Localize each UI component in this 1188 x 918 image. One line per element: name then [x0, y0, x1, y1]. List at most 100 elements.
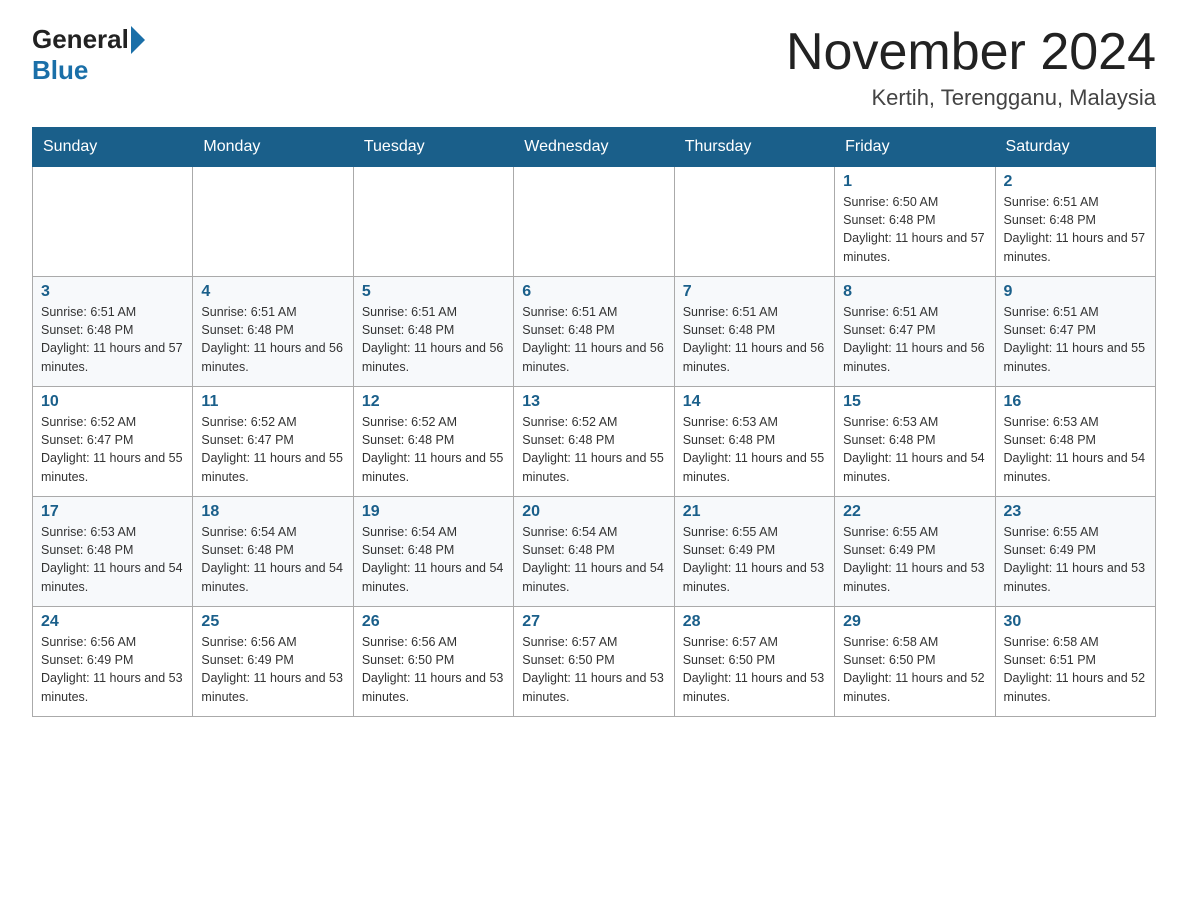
day-number: 15 [843, 393, 986, 411]
day-number: 18 [201, 503, 344, 521]
day-number: 29 [843, 613, 986, 631]
calendar-cell: 30 Sunrise: 6:58 AMSunset: 6:51 PMDayligh… [995, 607, 1155, 717]
day-info: Sunrise: 6:54 AMSunset: 6:48 PMDaylight:… [362, 523, 505, 596]
month-title: November 2024 [786, 24, 1156, 81]
day-info: Sunrise: 6:51 AMSunset: 6:48 PMDaylight:… [41, 303, 184, 376]
calendar-cell: 26Sunrise: 6:56 AMSunset: 6:50 PMDayligh… [353, 607, 513, 717]
calendar-cell [33, 167, 193, 277]
day-info: Sunrise: 6:58 AMSunset: 6:50 PMDaylight:… [843, 633, 986, 706]
day-number: 27 [522, 613, 665, 631]
calendar-cell: 16Sunrise: 6:53 AMSunset: 6:48 PMDayligh… [995, 387, 1155, 497]
day-info: Sunrise: 6:53 AMSunset: 6:48 PMDaylight:… [843, 413, 986, 486]
day-number: 13 [522, 393, 665, 411]
day-info: Sunrise: 6:52 AMSunset: 6:47 PMDaylight:… [201, 413, 344, 486]
day-number: 1 [843, 173, 986, 191]
calendar-week-row: 17 Sunrise: 6:53 AMSunset: 6:48 PMDayligh… [33, 497, 1156, 607]
calendar-header-friday: Friday [835, 128, 995, 167]
calendar-cell [193, 167, 353, 277]
day-number: 12 [362, 393, 505, 411]
calendar-cell: 18 Sunrise: 6:54 AMSunset: 6:48 PMDayligh… [193, 497, 353, 607]
calendar-cell: 10 Sunrise: 6:52 AMSunset: 6:47 PMDayligh… [33, 387, 193, 497]
logo-triangle-icon [131, 26, 145, 54]
calendar-cell: 21 Sunrise: 6:55 AMSunset: 6:49 PMDayligh… [674, 497, 834, 607]
day-info: Sunrise: 6:52 AMSunset: 6:47 PMDaylight:… [41, 413, 184, 486]
calendar-cell: 1 Sunrise: 6:50 AMSunset: 6:48 PMDaylight… [835, 167, 995, 277]
calendar-cell: 14 Sunrise: 6:53 AMSunset: 6:48 PMDayligh… [674, 387, 834, 497]
day-number: 7 [683, 283, 826, 301]
calendar-header-tuesday: Tuesday [353, 128, 513, 167]
calendar-cell: 24 Sunrise: 6:56 AMSunset: 6:49 PMDayligh… [33, 607, 193, 717]
day-number: 17 [41, 503, 184, 521]
calendar-cell: 2 Sunrise: 6:51 AMSunset: 6:48 PMDaylight… [995, 167, 1155, 277]
day-info: Sunrise: 6:51 AMSunset: 6:48 PMDaylight:… [683, 303, 826, 376]
calendar-week-row: 10 Sunrise: 6:52 AMSunset: 6:47 PMDayligh… [33, 387, 1156, 497]
day-info: Sunrise: 6:51 AMSunset: 6:47 PMDaylight:… [843, 303, 986, 376]
day-info: Sunrise: 6:54 AMSunset: 6:48 PMDaylight:… [201, 523, 344, 596]
day-info: Sunrise: 6:54 AMSunset: 6:48 PMDaylight:… [522, 523, 665, 596]
day-number: 24 [41, 613, 184, 631]
logo-blue-text: Blue [32, 55, 88, 86]
title-block: November 2024 Kertih, Terengganu, Malays… [786, 24, 1156, 111]
calendar-cell: 6 Sunrise: 6:51 AMSunset: 6:48 PMDaylight… [514, 277, 674, 387]
calendar-cell: 15 Sunrise: 6:53 AMSunset: 6:48 PMDayligh… [835, 387, 995, 497]
day-number: 5 [362, 283, 505, 301]
day-info: Sunrise: 6:50 AMSunset: 6:48 PMDaylight:… [843, 193, 986, 266]
day-info: Sunrise: 6:56 AMSunset: 6:49 PMDaylight:… [201, 633, 344, 706]
day-info: Sunrise: 6:52 AMSunset: 6:48 PMDaylight:… [522, 413, 665, 486]
day-info: Sunrise: 6:51 AMSunset: 6:48 PMDaylight:… [362, 303, 505, 376]
day-number: 2 [1004, 173, 1147, 191]
calendar-header-monday: Monday [193, 128, 353, 167]
calendar-cell: 11 Sunrise: 6:52 AMSunset: 6:47 PMDayligh… [193, 387, 353, 497]
day-info: Sunrise: 6:56 AMSunset: 6:49 PMDaylight:… [41, 633, 184, 706]
calendar-week-row: 24 Sunrise: 6:56 AMSunset: 6:49 PMDayligh… [33, 607, 1156, 717]
day-number: 22 [843, 503, 986, 521]
day-info: Sunrise: 6:57 AMSunset: 6:50 PMDaylight:… [683, 633, 826, 706]
calendar-header-saturday: Saturday [995, 128, 1155, 167]
calendar-cell: 5 Sunrise: 6:51 AMSunset: 6:48 PMDaylight… [353, 277, 513, 387]
day-number: 4 [201, 283, 344, 301]
day-info: Sunrise: 6:53 AMSunset: 6:48 PMDaylight:… [683, 413, 826, 486]
day-info: Sunrise: 6:52 AMSunset: 6:48 PMDaylight:… [362, 413, 505, 486]
day-info: Sunrise: 6:56 AMSunset: 6:50 PMDaylight:… [362, 633, 505, 706]
calendar-cell: 17 Sunrise: 6:53 AMSunset: 6:48 PMDayligh… [33, 497, 193, 607]
calendar-cell: 19 Sunrise: 6:54 AMSunset: 6:48 PMDayligh… [353, 497, 513, 607]
calendar-cell: 9Sunrise: 6:51 AMSunset: 6:47 PMDaylight… [995, 277, 1155, 387]
day-number: 30 [1004, 613, 1147, 631]
day-number: 19 [362, 503, 505, 521]
page-header: General Blue November 2024 Kertih, Teren… [32, 24, 1156, 111]
calendar-cell: 28Sunrise: 6:57 AMSunset: 6:50 PMDayligh… [674, 607, 834, 717]
day-info: Sunrise: 6:55 AMSunset: 6:49 PMDaylight:… [1004, 523, 1147, 596]
day-info: Sunrise: 6:58 AMSunset: 6:51 PMDaylight:… [1004, 633, 1147, 706]
day-info: Sunrise: 6:53 AMSunset: 6:48 PMDaylight:… [41, 523, 184, 596]
calendar-cell: 13 Sunrise: 6:52 AMSunset: 6:48 PMDayligh… [514, 387, 674, 497]
calendar-cell [674, 167, 834, 277]
calendar-cell: 7 Sunrise: 6:51 AMSunset: 6:48 PMDaylight… [674, 277, 834, 387]
calendar-cell: 22 Sunrise: 6:55 AMSunset: 6:49 PMDayligh… [835, 497, 995, 607]
day-number: 21 [683, 503, 826, 521]
day-number: 6 [522, 283, 665, 301]
calendar-header-row: SundayMondayTuesdayWednesdayThursdayFrid… [33, 128, 1156, 167]
day-number: 23 [1004, 503, 1147, 521]
calendar-cell: 3Sunrise: 6:51 AMSunset: 6:48 PMDaylight… [33, 277, 193, 387]
day-info: Sunrise: 6:51 AMSunset: 6:48 PMDaylight:… [522, 303, 665, 376]
day-info: Sunrise: 6:55 AMSunset: 6:49 PMDaylight:… [843, 523, 986, 596]
location-title: Kertih, Terengganu, Malaysia [786, 85, 1156, 111]
calendar-cell [353, 167, 513, 277]
calendar-week-row: 1 Sunrise: 6:50 AMSunset: 6:48 PMDaylight… [33, 167, 1156, 277]
day-info: Sunrise: 6:51 AMSunset: 6:48 PMDaylight:… [1004, 193, 1147, 266]
day-info: Sunrise: 6:51 AMSunset: 6:48 PMDaylight:… [201, 303, 344, 376]
day-number: 8 [843, 283, 986, 301]
day-number: 10 [41, 393, 184, 411]
logo: General Blue [32, 24, 147, 86]
day-info: Sunrise: 6:57 AMSunset: 6:50 PMDaylight:… [522, 633, 665, 706]
day-number: 25 [201, 613, 344, 631]
calendar-header-thursday: Thursday [674, 128, 834, 167]
day-number: 11 [201, 393, 344, 411]
logo-general-text: General [32, 24, 129, 55]
calendar-cell: 29 Sunrise: 6:58 AMSunset: 6:50 PMDayligh… [835, 607, 995, 717]
calendar-cell [514, 167, 674, 277]
day-number: 14 [683, 393, 826, 411]
day-info: Sunrise: 6:55 AMSunset: 6:49 PMDaylight:… [683, 523, 826, 596]
calendar-cell: 12 Sunrise: 6:52 AMSunset: 6:48 PMDayligh… [353, 387, 513, 497]
calendar-cell: 20Sunrise: 6:54 AMSunset: 6:48 PMDayligh… [514, 497, 674, 607]
